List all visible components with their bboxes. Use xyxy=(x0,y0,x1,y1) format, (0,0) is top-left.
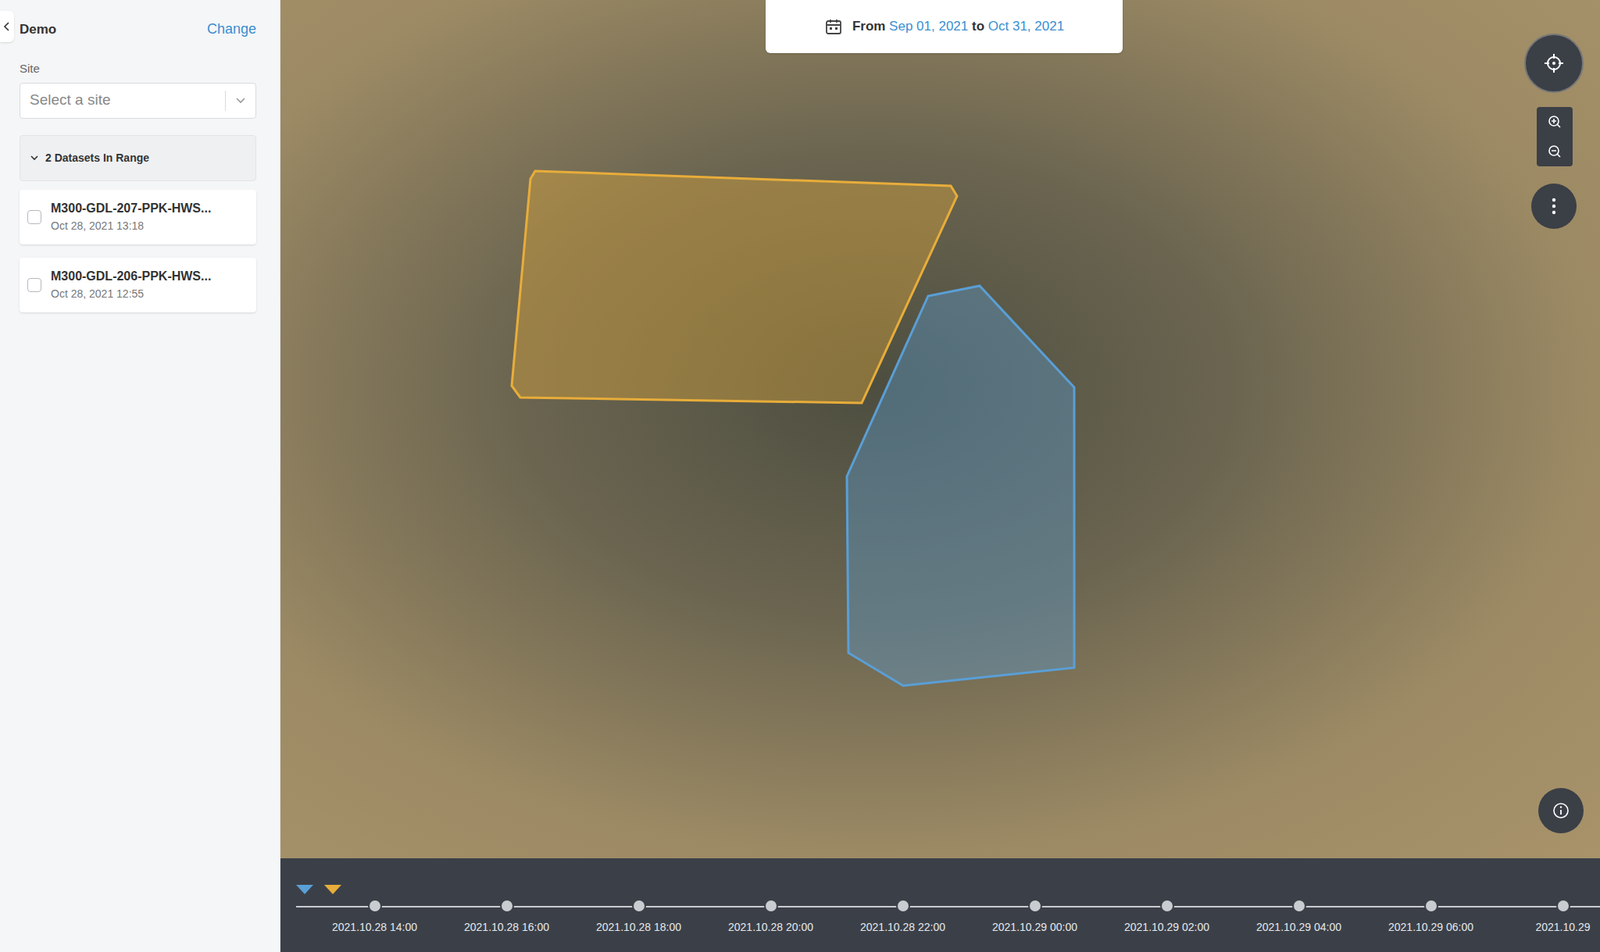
survey-polygon[interactable] xyxy=(511,171,958,404)
timeline[interactable]: 2021.10.28 14:00 2021.10.28 16:00 2021.10.… xyxy=(280,858,1600,952)
timeline-tick[interactable]: 2021.10.28 20:00 xyxy=(704,899,837,936)
tick-dot xyxy=(632,899,647,914)
tick-dot xyxy=(1292,899,1307,914)
tick-dot xyxy=(367,899,383,914)
dataset-checkbox[interactable] xyxy=(27,210,42,225)
app: Demo Change Site Select a site 2 Datasets In… xyxy=(0,0,1600,952)
dataset-date: Oct 28, 2021 13:18 xyxy=(50,217,211,235)
chevron-icon xyxy=(29,153,40,162)
site-select[interactable]: Select a site xyxy=(19,82,257,119)
change-link[interactable]: Change xyxy=(207,18,257,40)
tick-dot xyxy=(1160,899,1175,914)
timeline-ticks: 2021.10.28 14:00 2021.10.28 16:00 2021.10.… xyxy=(308,899,1600,936)
project-name: Demo xyxy=(19,19,57,40)
zoom-out-icon xyxy=(1547,144,1562,159)
project-header: Demo Change xyxy=(19,18,257,40)
tick-dot xyxy=(1424,899,1439,914)
tick-label: 2021.10.29 00:00 xyxy=(992,919,1078,936)
timeline-tick[interactable]: 2021.10.29 xyxy=(1496,899,1600,936)
timeline-tick[interactable]: 2021.10.29 00:00 xyxy=(968,899,1101,936)
zoom-in-icon xyxy=(1547,114,1562,129)
zoom-controls xyxy=(1536,107,1573,167)
timeline-markers xyxy=(296,885,342,895)
dataset-list: M300-GDL-207-PPK-HWS...Oct 28, 2021 13:1… xyxy=(19,189,257,313)
dataset-card[interactable]: M300-GDL-207-PPK-HWS...Oct 28, 2021 13:1… xyxy=(19,189,257,245)
map[interactable]: From Sep 01, 2021 to Oct 31, 2021 xyxy=(280,0,1600,859)
locate-icon xyxy=(1542,52,1565,75)
date-end[interactable]: Oct 31, 2021 xyxy=(988,18,1065,34)
timeline-tick[interactable]: 2021.10.28 16:00 xyxy=(440,899,573,936)
timeline-tick[interactable]: 2021.10.28 14:00 xyxy=(308,899,441,936)
timeline-tick[interactable]: 2021.10.29 06:00 xyxy=(1364,899,1497,936)
tick-label: 2021.10.28 20:00 xyxy=(728,919,814,936)
chevron-down-icon xyxy=(235,96,247,105)
main: From Sep 01, 2021 to Oct 31, 2021 2021.10… xyxy=(280,0,1600,952)
date-range[interactable]: From Sep 01, 2021 to Oct 31, 2021 xyxy=(765,0,1123,54)
compass-button[interactable] xyxy=(1524,33,1584,93)
info-button[interactable] xyxy=(1538,788,1584,834)
dataset-marker-icon[interactable] xyxy=(296,885,314,895)
tick-dot xyxy=(1556,899,1571,914)
tick-label: 2021.10.28 22:00 xyxy=(860,919,946,936)
date-start[interactable]: Sep 01, 2021 xyxy=(889,18,968,34)
zoom-out-button[interactable] xyxy=(1536,136,1573,167)
tick-label: 2021.10.29 04:00 xyxy=(1256,919,1342,936)
tick-dot xyxy=(1028,899,1043,914)
dataset-name: M300-GDL-206-PPK-HWS... xyxy=(50,267,211,286)
date-prefix: From xyxy=(852,18,890,34)
kebab-icon xyxy=(1551,197,1557,215)
calendar-icon xyxy=(824,17,843,36)
dataset-name: M300-GDL-207-PPK-HWS... xyxy=(50,199,211,218)
tick-label: 2021.10.29 02:00 xyxy=(1124,919,1210,936)
more-button[interactable] xyxy=(1531,183,1577,229)
zoom-in-button[interactable] xyxy=(1536,107,1573,137)
survey-polygon[interactable] xyxy=(846,285,1075,686)
tick-label: 2021.10.29 xyxy=(1535,919,1590,936)
site-label: Site xyxy=(19,60,257,79)
timeline-tick[interactable]: 2021.10.29 04:00 xyxy=(1232,899,1365,936)
tick-label: 2021.10.28 16:00 xyxy=(464,919,550,936)
info-icon xyxy=(1552,802,1570,820)
dataset-date: Oct 28, 2021 12:55 xyxy=(50,285,211,303)
collapse-tab[interactable] xyxy=(0,10,15,43)
tick-label: 2021.10.28 14:00 xyxy=(332,919,418,936)
tick-dot xyxy=(500,899,515,914)
dataset-checkbox[interactable] xyxy=(27,278,42,293)
datasets-header[interactable]: 2 Datasets In Range xyxy=(19,135,257,182)
tick-label: 2021.10.28 18:00 xyxy=(596,919,682,936)
timeline-tick[interactable]: 2021.10.28 18:00 xyxy=(572,899,705,936)
tick-label: 2021.10.29 06:00 xyxy=(1388,919,1474,936)
dataset-card[interactable]: M300-GDL-206-PPK-HWS...Oct 28, 2021 12:5… xyxy=(19,257,257,313)
tick-dot xyxy=(764,899,779,914)
timeline-track xyxy=(296,906,1600,908)
timeline-tick[interactable]: 2021.10.29 02:00 xyxy=(1100,899,1233,936)
dataset-marker-icon[interactable] xyxy=(324,885,342,895)
site-placeholder: Select a site xyxy=(29,89,216,112)
tick-dot xyxy=(896,899,911,914)
timeline-tick[interactable]: 2021.10.28 22:00 xyxy=(836,899,969,936)
date-connector: to xyxy=(967,18,989,34)
chevron-left-icon xyxy=(3,21,11,33)
sidebar: Demo Change Site Select a site 2 Datasets In… xyxy=(0,0,281,952)
survey-areas xyxy=(280,0,1600,859)
datasets-count: 2 Datasets In Range xyxy=(45,150,150,167)
